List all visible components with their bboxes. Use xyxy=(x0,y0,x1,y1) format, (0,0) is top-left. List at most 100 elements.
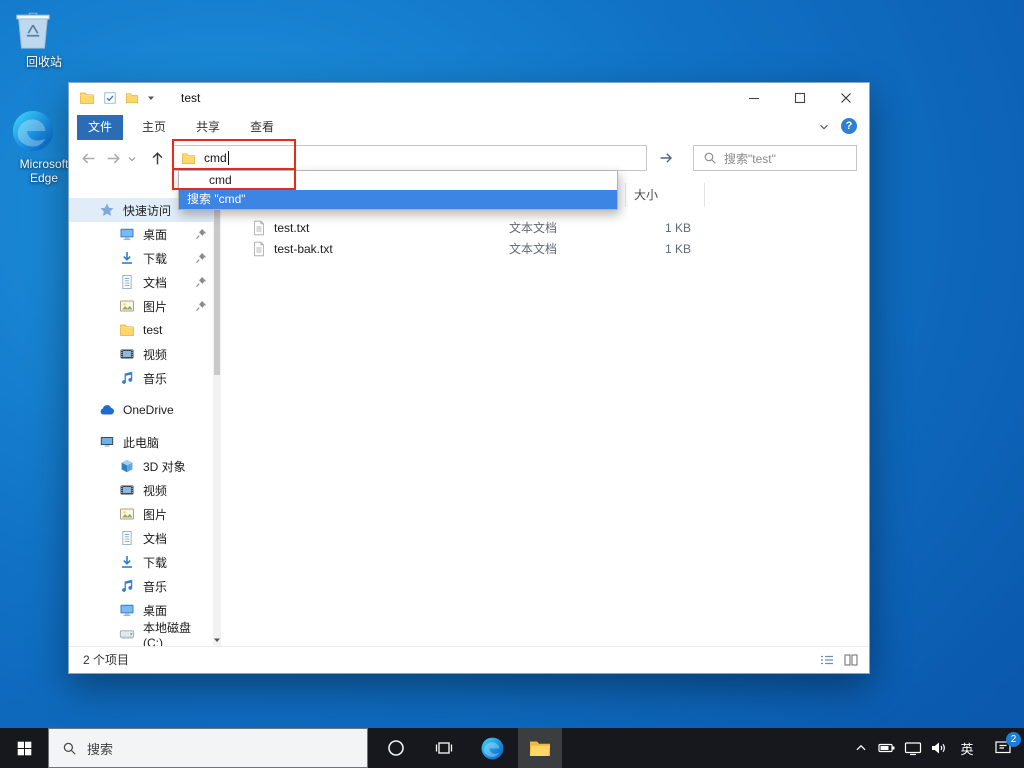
star-icon xyxy=(99,202,115,218)
recent-locations-chevron-icon[interactable] xyxy=(126,153,138,165)
tab-share[interactable]: 共享 xyxy=(185,115,231,140)
action-center-button[interactable]: 2 xyxy=(982,728,1024,768)
sidebar-item-pictures[interactable]: 图片 xyxy=(69,294,213,318)
explorer-window: test 文件 主页 共享 查看 ? cmd 搜索"test" cmd 搜索 "… xyxy=(68,82,870,674)
cortana-button[interactable] xyxy=(374,728,418,768)
taskbar: 搜索 英 2 xyxy=(0,728,1024,768)
volume-icon[interactable] xyxy=(926,728,952,768)
column-header-size[interactable]: 大小 xyxy=(625,183,705,207)
status-bar: 2 个项目 xyxy=(69,646,869,673)
address-input-value[interactable]: cmd xyxy=(204,151,227,165)
go-to-address-button[interactable] xyxy=(654,148,678,168)
computer-icon xyxy=(99,434,115,450)
scrollbar-thumb[interactable] xyxy=(214,185,220,375)
task-view-button[interactable] xyxy=(422,728,466,768)
back-button[interactable] xyxy=(78,148,98,168)
sidebar-item-test[interactable]: test xyxy=(69,318,213,342)
ribbon-tab-bar: 文件 主页 共享 查看 ? xyxy=(69,113,869,141)
desktop-icon xyxy=(119,226,135,242)
desktop-icon xyxy=(119,602,135,618)
forward-button[interactable] xyxy=(103,148,123,168)
desktop-icon-recycle-bin[interactable]: 回收站 xyxy=(10,6,78,69)
sidebar-item-onedrive[interactable]: OneDrive xyxy=(69,398,213,422)
sidebar-item-music-pc[interactable]: 音乐 xyxy=(69,574,213,598)
scrollbar-down-arrow-icon[interactable] xyxy=(213,636,221,644)
network-icon[interactable] xyxy=(900,728,926,768)
sidebar-item-videos-pc[interactable]: 视频 xyxy=(69,478,213,502)
notification-badge: 2 xyxy=(1006,732,1021,747)
taskbar-search-placeholder: 搜索 xyxy=(87,741,114,757)
new-folder-icon[interactable] xyxy=(125,91,139,105)
sidebar-item-documents-pc[interactable]: 文档 xyxy=(69,526,213,550)
show-hidden-icons-chevron-icon[interactable] xyxy=(848,728,874,768)
tab-home[interactable]: 主页 xyxy=(131,115,177,140)
text-caret xyxy=(227,151,229,165)
minimize-button[interactable] xyxy=(731,83,777,113)
autocomplete-item-cmd[interactable]: cmd xyxy=(179,171,617,190)
details-view-icon[interactable] xyxy=(819,652,835,668)
search-placeholder: 搜索"test" xyxy=(724,151,776,166)
large-icons-view-icon[interactable] xyxy=(843,652,859,668)
start-button[interactable] xyxy=(0,728,48,768)
ribbon-expand-chevron-icon[interactable] xyxy=(817,120,831,134)
file-row-test-bak-txt[interactable]: test-bak.txt 文本文档 1 KB xyxy=(229,238,869,259)
edge-taskbar-button[interactable] xyxy=(470,728,514,768)
onedrive-cloud-icon xyxy=(99,402,115,418)
close-button[interactable] xyxy=(823,83,869,113)
explorer-search-box[interactable]: 搜索"test" xyxy=(693,145,857,171)
file-size: 1 KB xyxy=(664,241,691,256)
document-icon xyxy=(119,530,135,546)
help-icon[interactable]: ? xyxy=(841,118,857,134)
sidebar-scrollbar[interactable] xyxy=(213,177,221,647)
address-folder-icon xyxy=(181,151,196,166)
sidebar-item-desktop[interactable]: 桌面 xyxy=(69,222,213,246)
maximize-button[interactable] xyxy=(777,83,823,113)
taskbar-app-icons xyxy=(374,728,562,768)
download-icon xyxy=(119,250,135,266)
file-list-pane: 大小 test.txt 文本文档 1 KB test-bak.txt 文本文档 … xyxy=(229,177,869,647)
pin-icon xyxy=(195,300,207,312)
sidebar-item-downloads[interactable]: 下载 xyxy=(69,246,213,270)
sidebar-item-documents[interactable]: 文档 xyxy=(69,270,213,294)
sidebar-item-this-pc[interactable]: 此电脑 xyxy=(69,430,213,454)
pictures-icon xyxy=(119,506,135,522)
item-count: 2 个项目 xyxy=(83,653,130,667)
sidebar-item-3d-objects[interactable]: 3D 对象 xyxy=(69,454,213,478)
file-name: test.txt xyxy=(274,220,310,235)
text-file-icon xyxy=(251,241,267,257)
sidebar-item-pictures-pc[interactable]: 图片 xyxy=(69,502,213,526)
folder-icon xyxy=(79,90,95,106)
3d-cube-icon xyxy=(119,458,135,474)
tab-file[interactable]: 文件 xyxy=(77,115,123,140)
search-icon xyxy=(62,741,77,756)
taskbar-search-box[interactable]: 搜索 xyxy=(48,728,368,768)
battery-icon[interactable] xyxy=(874,728,900,768)
address-bar[interactable]: cmd xyxy=(173,145,647,171)
quick-access-toolbar xyxy=(79,83,155,113)
sidebar-item-local-disk-c[interactable]: 本地磁盘 (C:) xyxy=(69,621,213,650)
address-autocomplete-dropdown: cmd 搜索 "cmd" xyxy=(178,170,618,210)
download-icon xyxy=(119,554,135,570)
sidebar-item-downloads-pc[interactable]: 下载 xyxy=(69,550,213,574)
file-type: 文本文档 xyxy=(509,221,558,235)
search-icon xyxy=(703,151,717,165)
window-title: test xyxy=(181,91,201,105)
desktop: 回收站 Microsoft Edge test 文件 主页 共享 查看 ? cm… xyxy=(0,0,1024,768)
pictures-icon xyxy=(119,298,135,314)
tab-view[interactable]: 查看 xyxy=(239,115,285,140)
up-button[interactable] xyxy=(147,148,167,168)
system-tray: 英 2 xyxy=(848,728,1024,768)
properties-check-icon[interactable] xyxy=(103,91,117,105)
ime-language-indicator[interactable]: 英 xyxy=(952,739,982,758)
file-type: 文本文档 xyxy=(509,242,558,256)
sidebar-item-music[interactable]: 音乐 xyxy=(69,366,213,390)
file-explorer-taskbar-button[interactable] xyxy=(518,728,562,768)
folder-icon xyxy=(119,322,135,338)
text-file-icon xyxy=(251,220,267,236)
file-row-test-txt[interactable]: test.txt 文本文档 1 KB xyxy=(229,217,869,238)
customize-toolbar-chevron-icon[interactable] xyxy=(147,94,155,102)
sidebar-item-videos[interactable]: 视频 xyxy=(69,342,213,366)
title-bar[interactable]: test xyxy=(69,83,869,113)
pin-icon xyxy=(195,252,207,264)
autocomplete-item-search-cmd[interactable]: 搜索 "cmd" xyxy=(179,190,617,209)
